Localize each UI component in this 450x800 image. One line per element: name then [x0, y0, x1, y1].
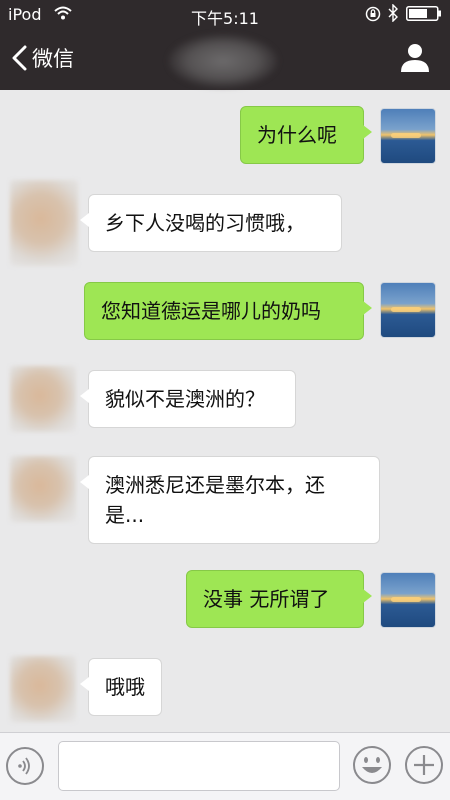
message-bubble-self[interactable]: 为什么呢	[240, 106, 372, 164]
nav-bar: 微信	[0, 28, 450, 90]
voice-button[interactable]	[6, 747, 44, 785]
back-button[interactable]: 微信	[10, 42, 74, 74]
chat-area: 为什么呢 乡下人没喝的习惯哦， 您知道德运是哪儿的奶吗 貌似不是澳洲的？ 澳洲悉…	[0, 90, 450, 732]
contact-avatar[interactable]	[10, 180, 78, 266]
contact-avatar[interactable]	[10, 456, 76, 522]
status-time: 下午5:11	[191, 9, 259, 28]
message-bubble-other[interactable]: 貌似不是澳洲的？	[80, 370, 296, 428]
message-bubble-self[interactable]: 没事 无所谓了	[186, 570, 372, 628]
emoji-icon[interactable]	[352, 745, 392, 785]
contact-name-redacted	[168, 34, 278, 88]
message-bubble-self[interactable]: 您知道德运是哪儿的奶吗	[84, 282, 372, 340]
battery-icon	[406, 6, 441, 21]
plus-icon[interactable]	[404, 745, 444, 785]
top-header: iPod 下午5:11 微信	[0, 0, 450, 90]
voice-icon	[18, 757, 30, 775]
message-bubble-other[interactable]: 澳洲悉尼还是墨尔本，还是...	[80, 456, 380, 544]
input-bar	[0, 732, 450, 800]
message-bubble-other[interactable]: 乡下人没喝的习惯哦，	[80, 194, 342, 252]
chevron-left-icon	[12, 45, 27, 71]
bluetooth-icon	[388, 4, 398, 22]
self-avatar[interactable]	[380, 282, 436, 338]
message-input[interactable]	[58, 741, 340, 791]
status-bar: iPod 下午5:11	[0, 0, 450, 28]
self-avatar[interactable]	[380, 108, 436, 164]
self-avatar[interactable]	[380, 572, 436, 628]
contact-avatar[interactable]	[10, 656, 76, 722]
rotation-lock-icon	[365, 6, 381, 22]
back-label: 微信	[32, 47, 74, 71]
person-icon[interactable]	[398, 40, 432, 74]
message-bubble-other[interactable]: 哦哦	[80, 658, 162, 716]
contact-avatar[interactable]	[10, 366, 76, 432]
